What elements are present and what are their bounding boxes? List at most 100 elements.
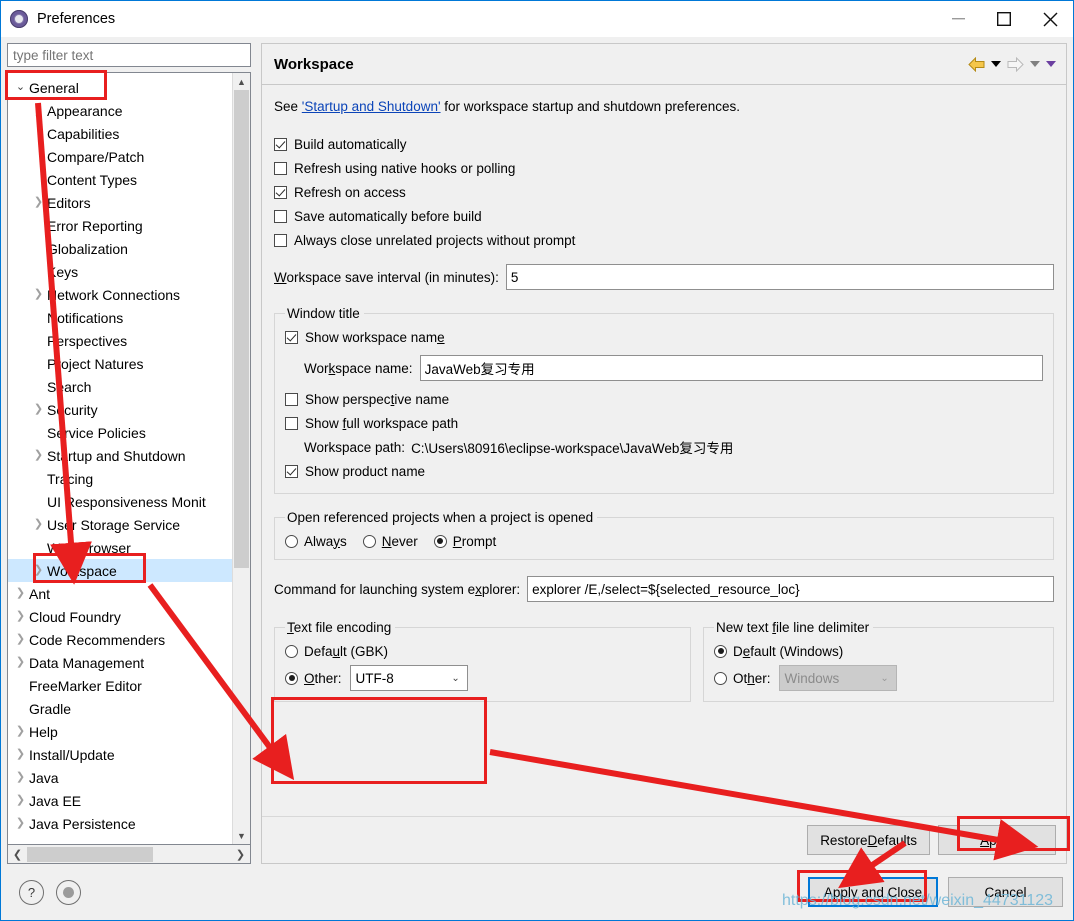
show-full-workspace-path-row[interactable]: Show full workspace path [285,411,1043,435]
save-interval-input[interactable] [505,264,1054,290]
preference-tree[interactable]: ⌄ General ❯ Appearance Capabilities Compare/P… [8,73,232,844]
chevron-right-icon[interactable]: ❯ [30,105,47,116]
chevron-right-icon[interactable]: ❯ [12,772,29,783]
chevron-right-icon[interactable]: ❯ [30,519,47,530]
filter-input[interactable] [7,43,251,67]
sidebar-item-network-connections[interactable]: ❯ Network Connections [8,283,232,306]
encoding-other-radio[interactable] [285,671,298,685]
option-always[interactable]: Always [285,529,347,553]
sidebar-item-service-policies[interactable]: Service Policies [8,421,232,444]
sidebar-item-project-natures[interactable]: Project Natures [8,352,232,375]
view-menu-icon[interactable] [1046,61,1056,67]
sidebar-item-freemarker-editor[interactable]: FreeMarker Editor [8,674,232,697]
sidebar-item-editors[interactable]: ❯ Editors [8,191,232,214]
chevron-right-icon[interactable]: ❯ [30,197,47,208]
chevron-right-icon[interactable]: ❯ [12,611,29,622]
encoding-other-row[interactable]: Other: UTF-8 ⌄ [285,663,680,693]
never-radio[interactable] [362,534,376,548]
checkbox-row-refresh-using-native-hooks-or-polling[interactable]: Refresh using native hooks or polling [274,156,1054,180]
delimiter-default-row[interactable]: Default (Windows) [714,639,1043,663]
apply-and-close-button[interactable]: Apply and Close [808,877,938,907]
help-icon[interactable]: ? [19,879,44,905]
back-arrow-icon[interactable] [968,56,985,72]
checkbox-input[interactable] [274,209,287,223]
sidebar-item-user-storage-service[interactable]: ❯ User Storage Service [8,513,232,536]
vscroll-thumb[interactable] [234,90,249,568]
show-perspective-name-row[interactable]: Show perspective name [285,387,1043,411]
sidebar-item-notifications[interactable]: Notifications [8,306,232,329]
show-full-workspace-path-checkbox[interactable] [285,416,298,430]
checkbox-row-build-automatically[interactable]: Build automatically [274,132,1054,156]
chevron-right-icon[interactable]: ❯ [12,818,29,829]
sidebar-item-web-browser[interactable]: Web Browser [8,536,232,559]
sidebar-item-code-recommenders[interactable]: ❯ Code Recommenders [8,628,232,651]
sidebar-item-gradle[interactable]: Gradle [8,697,232,720]
pin-icon[interactable] [56,879,81,905]
option-prompt[interactable]: Prompt [433,529,496,553]
delimiter-default-radio[interactable] [714,644,727,658]
sidebar-item-error-reporting[interactable]: Error Reporting [8,214,232,237]
show-product-name-checkbox[interactable] [285,464,298,478]
encoding-default-row[interactable]: Default (GBK) [285,639,680,663]
sidebar-item-java[interactable]: ❯ Java [8,766,232,789]
scroll-down-icon[interactable]: ▼ [233,827,250,844]
prompt-radio[interactable] [433,534,447,548]
chevron-right-icon[interactable]: ❯ [12,726,29,737]
delimiter-other-radio[interactable] [714,671,727,685]
checkbox-input[interactable] [274,161,287,175]
show-workspace-name-row[interactable]: Show workspace name [285,325,1043,349]
sidebar-item-startup-and-shutdown[interactable]: ❯ Startup and Shutdown [8,444,232,467]
startup-shutdown-link[interactable]: 'Startup and Shutdown' [302,99,441,114]
chevron-right-icon[interactable]: ❯ [30,289,47,300]
sidebar-item-tracing[interactable]: Tracing [8,467,232,490]
sidebar-item-security[interactable]: ❯ Security [8,398,232,421]
sidebar-item-help[interactable]: ❯ Help [8,720,232,743]
sidebar-item-install-update[interactable]: ❯ Install/Update [8,743,232,766]
vscroll-track[interactable] [233,90,250,827]
sidebar-item-capabilities[interactable]: Capabilities [8,122,232,145]
maximize-icon[interactable] [981,1,1027,37]
chevron-right-icon[interactable]: ❯ [12,588,29,599]
show-perspective-name-checkbox[interactable] [285,392,298,406]
cancel-button[interactable]: Cancel [948,877,1063,907]
chevron-right-icon[interactable]: ❯ [12,749,29,760]
checkbox-input[interactable] [274,233,287,247]
chevron-right-icon[interactable]: ❯ [12,795,29,806]
chevron-right-icon[interactable]: ❯ [30,404,47,415]
scroll-left-icon[interactable]: ❮ [8,846,27,863]
sidebar-item-compare-patch[interactable]: Compare/Patch [8,145,232,168]
sidebar-item-keys[interactable]: Keys [8,260,232,283]
checkbox-row-save-automatically-before-build[interactable]: Save automatically before build [274,204,1054,228]
sidebar-item-search[interactable]: Search [8,375,232,398]
tree-vertical-scrollbar[interactable]: ▲ ▼ [232,73,250,844]
sidebar-item-cloud-foundry[interactable]: ❯ Cloud Foundry [8,605,232,628]
checkbox-row-refresh-on-access[interactable]: Refresh on access [274,180,1054,204]
chevron-down-icon[interactable]: ⌄ [445,673,467,684]
minimize-icon[interactable] [935,1,981,37]
encoding-default-radio[interactable] [285,644,298,658]
sidebar-item-ui-responsiveness-monit[interactable]: UI Responsiveness Monit [8,490,232,513]
hscroll-thumb[interactable] [27,846,154,862]
checkbox-row-always-close-unrelated-projects-without-prompt[interactable]: Always close unrelated projects without … [274,228,1054,252]
sidebar-item-data-management[interactable]: ❯ Data Management [8,651,232,674]
sidebar-item-globalization[interactable]: Globalization [8,237,232,260]
apply-button[interactable]: Apply [938,825,1056,855]
sidebar-item-appearance[interactable]: ❯ Appearance [8,99,232,122]
restore-defaults-button[interactable]: Restore Defaults [807,825,930,855]
sidebar-item-java-ee[interactable]: ❯ Java EE [8,789,232,812]
chevron-right-icon[interactable]: ❯ [12,634,29,645]
workspace-name-input[interactable] [419,355,1043,381]
scroll-right-icon[interactable]: ❯ [231,846,250,863]
sidebar-item-perspectives[interactable]: Perspectives [8,329,232,352]
chevron-right-icon[interactable]: ❯ [30,450,47,461]
show-product-name-row[interactable]: Show product name [285,459,1043,483]
close-icon[interactable] [1027,1,1073,37]
checkbox-input[interactable] [274,137,287,151]
always-radio[interactable] [285,534,298,548]
scroll-up-icon[interactable]: ▲ [233,73,250,90]
sidebar-item-general[interactable]: ⌄ General [8,76,232,99]
show-workspace-name-checkbox[interactable] [285,330,298,344]
chevron-right-icon[interactable]: ❯ [30,565,47,576]
sidebar-item-content-types[interactable]: Content Types [8,168,232,191]
encoding-combo[interactable]: UTF-8 ⌄ [349,665,468,691]
